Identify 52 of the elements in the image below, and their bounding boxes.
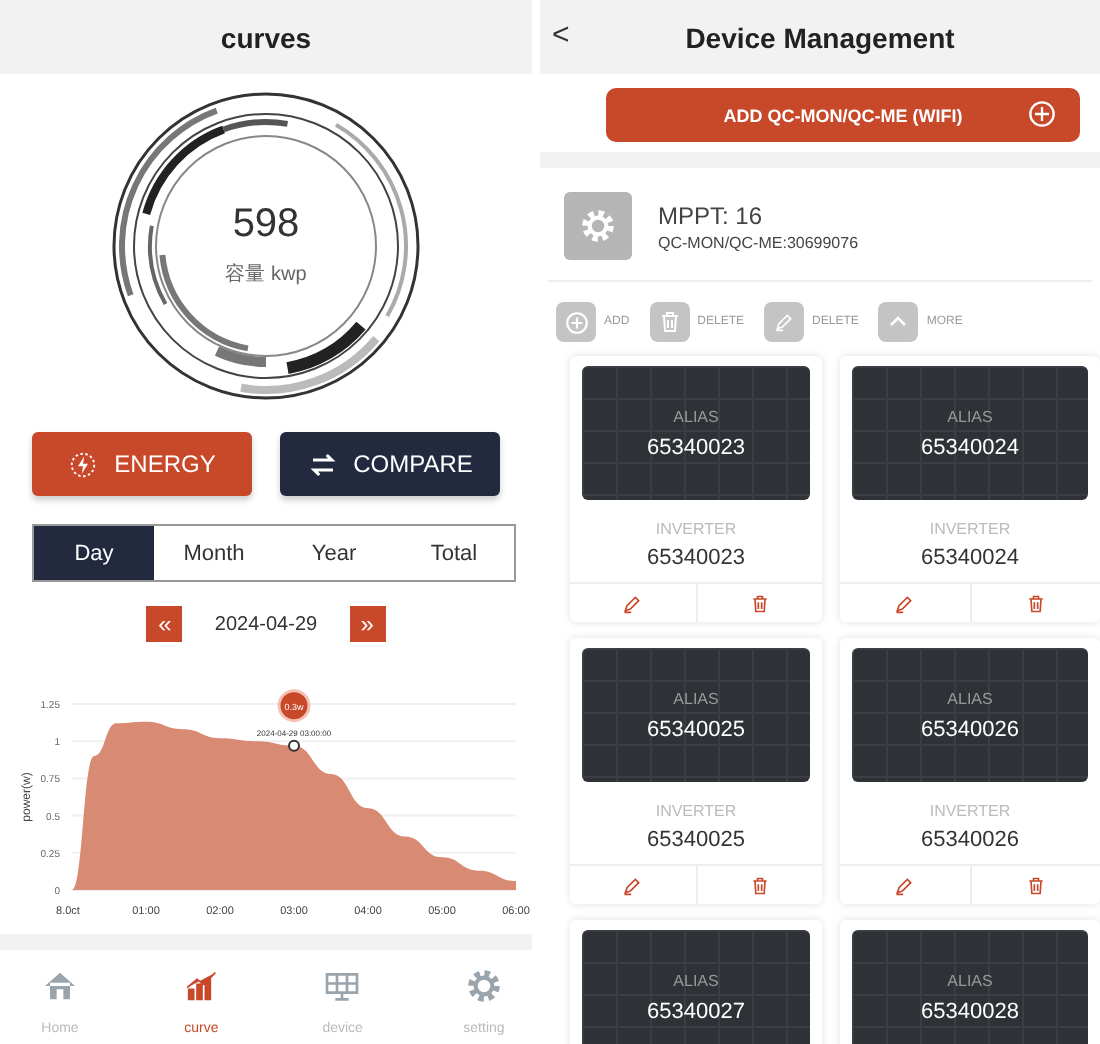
pencil-icon — [894, 875, 915, 895]
lightning-circle-icon — [68, 449, 99, 479]
alias-value: 65340025 — [647, 717, 745, 741]
compare-button[interactable]: COMPARE — [280, 432, 500, 496]
alias-label: ALIAS — [673, 689, 719, 707]
back-button[interactable]: < — [552, 18, 570, 52]
inverter-value: 65340025 — [647, 828, 745, 852]
trash-icon — [1025, 875, 1046, 895]
trash-icon — [1025, 593, 1046, 613]
trash-icon — [657, 310, 682, 334]
inverter-label: INVERTER — [929, 802, 1011, 820]
inverter-value: 65340026 — [921, 828, 1019, 852]
previous-date-button[interactable]: « — [146, 606, 183, 642]
alias-value: 65340023 — [647, 435, 745, 459]
energy-button[interactable]: ENERGY — [32, 432, 252, 496]
alias-label: ALIAS — [673, 407, 719, 425]
alias-label: ALIAS — [947, 407, 993, 425]
capacity-value: 598 — [232, 202, 300, 248]
trash-icon — [749, 593, 770, 613]
inverter-value: 65340023 — [647, 546, 745, 570]
date-label: 2024-04-29 — [214, 613, 318, 635]
alias-value: 65340028 — [921, 999, 1019, 1023]
alias-label: ALIAS — [673, 971, 719, 989]
alias-value: 65340024 — [921, 435, 1019, 459]
period-tab[interactable]: Day — [34, 526, 154, 580]
bar-chart-icon — [181, 966, 222, 1006]
data-point — [288, 739, 300, 752]
pencil-icon — [622, 875, 643, 895]
inverter-label: INVERTER — [655, 802, 737, 820]
page-title: curves — [220, 21, 312, 53]
gear-icon — [463, 966, 504, 1006]
alias-label: ALIAS — [947, 971, 993, 989]
inverter-label: INVERTER — [929, 520, 1011, 538]
pencil-icon — [622, 593, 643, 613]
alias-label: ALIAS — [947, 689, 993, 707]
device-serial: QC-MON/QC-ME:30699076 — [658, 233, 859, 251]
pencil-icon — [894, 593, 915, 613]
inverter-value: 65340024 — [921, 546, 1019, 570]
add-device-button[interactable]: ADD QC-MON/QC-ME (WIFI) — [606, 88, 1080, 142]
plus-circle-icon — [563, 309, 589, 335]
pencil-icon — [774, 312, 795, 332]
inverter-label: INVERTER — [655, 520, 737, 538]
trash-icon — [749, 875, 770, 895]
next-date-button[interactable]: » — [349, 606, 386, 642]
alias-value: 65340027 — [647, 999, 745, 1023]
plus-circle-icon — [1028, 100, 1056, 128]
device-name: MPPT: 16 — [658, 201, 765, 229]
capacity-unit: 容量 kwp — [225, 261, 307, 288]
alias-value: 65340026 — [921, 717, 1019, 741]
page-title: Device Management — [685, 21, 955, 53]
swap-arrows-icon — [307, 449, 338, 479]
gear-icon — [578, 206, 618, 246]
